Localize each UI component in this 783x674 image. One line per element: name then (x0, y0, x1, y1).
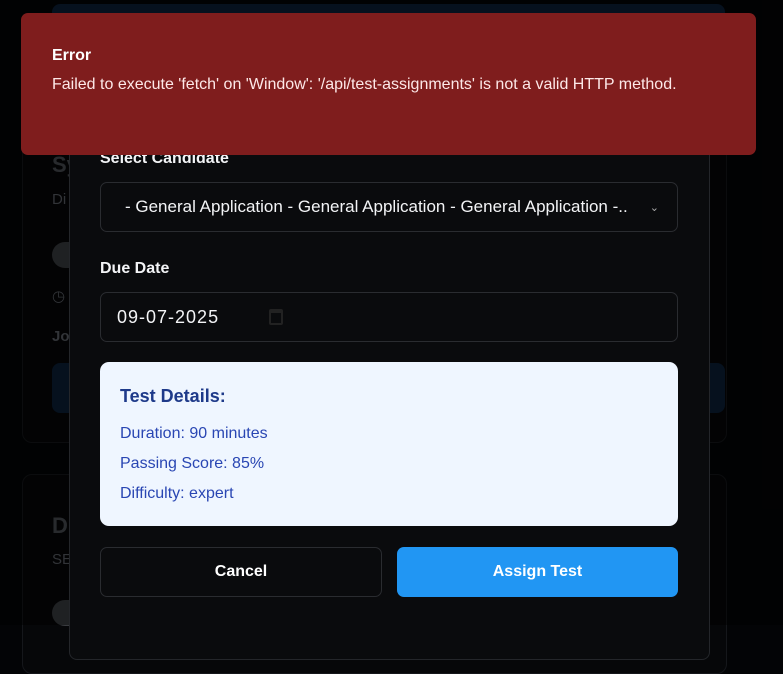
calendar-icon[interactable] (269, 309, 283, 325)
error-message: Failed to execute 'fetch' on 'Window': '… (52, 76, 677, 93)
assign-test-button[interactable]: Assign Test (397, 547, 678, 597)
candidate-value: - General Application - General Applicat… (125, 197, 628, 216)
error-toast[interactable]: Error Failed to execute 'fetch' on 'Wind… (21, 13, 756, 155)
test-duration: Duration: 90 minutes (120, 425, 268, 442)
candidate-select[interactable]: - General Application - General Applicat… (100, 182, 678, 232)
due-date-value: 09-07-2025 (117, 306, 220, 327)
due-date-input[interactable]: 09-07-2025 (100, 292, 678, 342)
due-date-label: Due Date (100, 260, 170, 277)
test-passing-score: Passing Score: 85% (120, 455, 265, 472)
error-title: Error (52, 47, 92, 64)
test-details-title: Test Details: (120, 386, 226, 406)
test-details-box: Test Details: Duration: 90 minutes Passi… (100, 362, 678, 526)
test-difficulty: Difficulty: expert (120, 485, 234, 502)
chevron-down-icon: ⌄ (649, 201, 659, 214)
cancel-button[interactable]: Cancel (100, 547, 382, 597)
